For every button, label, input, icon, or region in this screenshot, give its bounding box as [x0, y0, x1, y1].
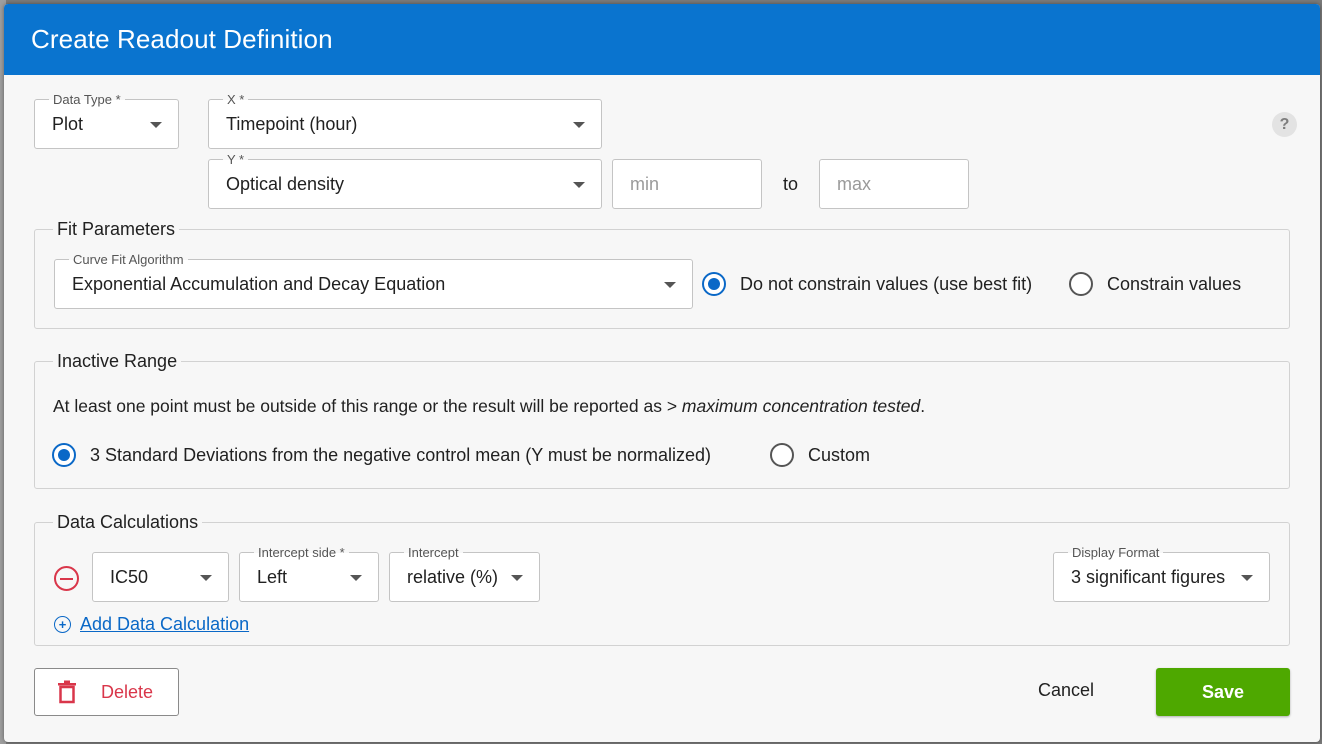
radio-checked-icon	[52, 443, 76, 467]
intercept-side-select[interactable]: Intercept side * Left	[239, 546, 379, 602]
chevron-down-icon	[150, 122, 162, 128]
add-circle-icon: +	[54, 616, 71, 633]
radio-custom-label: Custom	[808, 444, 871, 465]
note-emphasis: maximum concentration tested	[681, 396, 921, 416]
dialog-header: Create Readout Definition	[4, 4, 1320, 75]
radio-constrain-values[interactable]: Constrain values	[1069, 272, 1241, 296]
radio-3-standard-deviations-label: 3 Standard Deviations from the negative …	[90, 444, 711, 465]
radio-do-not-constrain[interactable]: Do not constrain values (use best fit)	[702, 272, 1032, 296]
intercept-label: Intercept	[404, 546, 463, 560]
chevron-down-icon	[573, 182, 585, 188]
radio-do-not-constrain-label: Do not constrain values (use best fit)	[740, 273, 1033, 294]
range-to-label: to	[783, 174, 799, 194]
y-min-input[interactable]: min	[612, 159, 762, 209]
y-max-input[interactable]: max	[819, 159, 969, 209]
chevron-down-icon	[511, 575, 523, 581]
display-format-select[interactable]: Display Format 3 significant figures	[1053, 546, 1270, 602]
radio-custom[interactable]: Custom	[770, 443, 870, 467]
dialog-title: Create Readout Definition	[31, 24, 333, 54]
chevron-down-icon	[200, 575, 212, 581]
intercept-side-label: Intercept side *	[254, 546, 349, 560]
calculation-select[interactable]: IC50	[92, 552, 229, 602]
curve-fit-algorithm-label: Curve Fit Algorithm	[69, 253, 188, 267]
data-type-label: Data Type *	[49, 93, 125, 107]
chevron-down-icon	[573, 122, 585, 128]
data-calculations-legend: Data Calculations	[53, 510, 203, 534]
create-readout-dialog: Create Readout Definition Data Type * Pl…	[4, 4, 1320, 742]
delete-label: Delete	[101, 681, 154, 702]
inactive-range-legend: Inactive Range	[53, 349, 182, 373]
intercept-value: relative (%)	[407, 566, 499, 587]
y-select[interactable]: Y * Optical density	[208, 153, 602, 209]
save-button[interactable]: Save	[1156, 668, 1290, 716]
help-icon[interactable]: ?	[1272, 112, 1297, 137]
y-label: Y *	[223, 153, 249, 167]
add-data-calculation-button[interactable]: + Add Data Calculation	[54, 614, 249, 635]
calculation-value: IC50	[110, 566, 149, 587]
note-prefix: At least one point must be outside of th…	[53, 396, 682, 416]
delete-button[interactable]: Delete	[34, 668, 179, 716]
display-format-value: 3 significant figures	[1071, 566, 1226, 587]
add-data-calculation-link[interactable]: Add Data Calculation	[80, 614, 249, 635]
x-label: X *	[223, 93, 249, 107]
remove-calculation-icon[interactable]	[54, 566, 79, 591]
inactive-range-note: At least one point must be outside of th…	[53, 396, 925, 417]
radio-checked-icon	[702, 272, 726, 296]
radio-unchecked-icon	[1069, 272, 1093, 296]
radio-3-standard-deviations[interactable]: 3 Standard Deviations from the negative …	[52, 443, 711, 467]
display-format-label: Display Format	[1068, 546, 1164, 560]
chevron-down-icon	[350, 575, 362, 581]
x-select[interactable]: X * Timepoint (hour)	[208, 93, 602, 149]
radio-constrain-values-label: Constrain values	[1107, 273, 1242, 294]
fit-parameters-legend: Fit Parameters	[53, 217, 180, 241]
data-type-value: Plot	[52, 113, 84, 134]
x-value: Timepoint (hour)	[226, 113, 358, 134]
data-type-select[interactable]: Data Type * Plot	[34, 93, 179, 149]
y-value: Optical density	[226, 173, 345, 194]
note-suffix: .	[920, 396, 926, 416]
cancel-button[interactable]: Cancel	[1038, 680, 1094, 701]
chevron-down-icon	[664, 282, 676, 288]
y-min-placeholder: min	[630, 173, 660, 194]
radio-unchecked-icon	[770, 443, 794, 467]
curve-fit-algorithm-select[interactable]: Curve Fit Algorithm Exponential Accumula…	[54, 253, 693, 309]
y-max-placeholder: max	[837, 173, 872, 194]
intercept-side-value: Left	[257, 566, 288, 587]
trash-icon	[58, 680, 76, 704]
intercept-select[interactable]: Intercept relative (%)	[389, 546, 540, 602]
curve-fit-algorithm-value: Exponential Accumulation and Decay Equat…	[72, 273, 446, 294]
inactive-range-group: Inactive Range	[34, 349, 1290, 489]
chevron-down-icon	[1241, 575, 1253, 581]
